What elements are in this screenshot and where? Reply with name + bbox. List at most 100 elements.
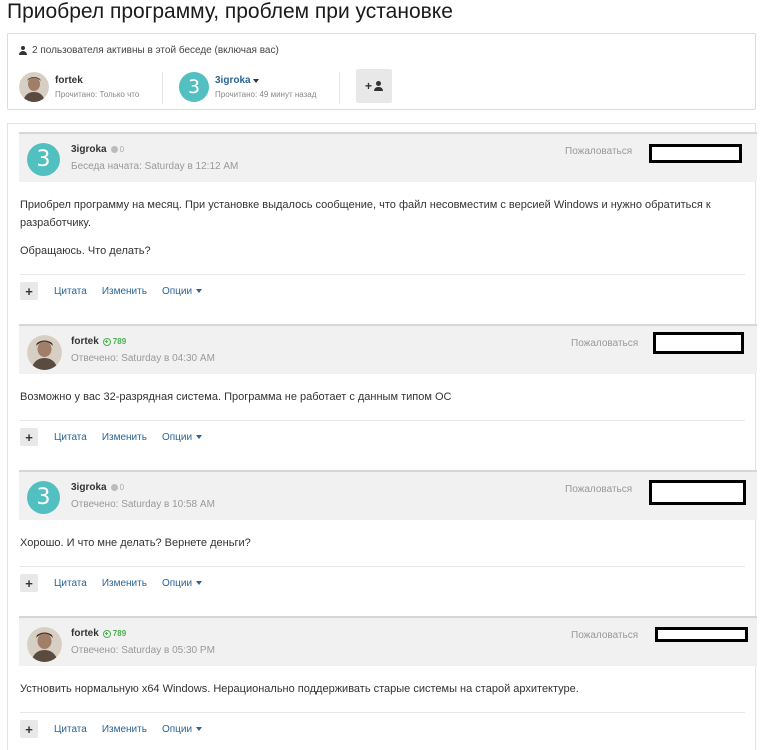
avatar[interactable]: 3 xyxy=(27,481,60,514)
reputation-positive-icon xyxy=(102,337,111,346)
avatar[interactable]: 3 xyxy=(27,143,60,176)
page-title: Приобрел программу, проблем при установк… xyxy=(7,0,453,23)
participants-panel: 2 пользователя активны в этой беседе (вк… xyxy=(7,33,756,110)
reputation-value: 0 xyxy=(119,483,125,492)
active-users-line: 2 пользователя активны в этой беседе (вк… xyxy=(19,45,279,56)
reputation-badge: 789 xyxy=(102,629,127,638)
options-dropdown[interactable]: Опции xyxy=(161,285,203,297)
post-date: Отвечено: Saturday в 04:30 AM xyxy=(71,353,215,364)
post-author: 3igroka 0 xyxy=(71,144,124,155)
chevron-down-icon xyxy=(196,581,203,585)
redacted-box xyxy=(655,627,748,642)
post: fortek 789 Отвечено: Saturday в 04:30 AM… xyxy=(19,324,757,446)
reputation-badge: 0 xyxy=(110,483,125,492)
participant-fortek[interactable]: fortek Прочитано: Только что xyxy=(19,72,139,102)
post-header: fortek 789 Отвечено: Saturday в 04:30 AM… xyxy=(19,324,757,374)
post-actions: + Цитата Изменить Опции xyxy=(20,712,745,745)
quote-link[interactable]: Цитата xyxy=(54,724,87,735)
post-paragraph: Устновить нормальную x64 Windows. Нераци… xyxy=(20,683,579,695)
report-link[interactable]: Пожаловаться xyxy=(571,338,638,349)
post-header: fortek 789 Отвечено: Saturday в 05:30 PM… xyxy=(19,616,757,666)
options-dropdown[interactable]: Опции xyxy=(161,723,203,735)
active-users-text: 2 пользователя активны в этой беседе (вк… xyxy=(32,45,279,56)
divider xyxy=(339,72,340,104)
edit-link[interactable]: Изменить xyxy=(102,286,147,297)
report-link[interactable]: Пожаловаться xyxy=(565,146,632,157)
redacted-box xyxy=(653,332,744,354)
author-name[interactable]: fortek xyxy=(71,628,99,639)
post-paragraph: Возможно у вас 32-разрядная система. Про… xyxy=(20,391,452,403)
reputation-neutral-icon xyxy=(110,146,118,153)
post-header: 3 3igroka 0 Отвечено: Saturday в 10:58 A… xyxy=(19,470,757,520)
multiquote-button[interactable]: + xyxy=(20,720,38,738)
post-body: Возможно у вас 32-разрядная система. Про… xyxy=(19,374,757,406)
participant-name[interactable]: 3igroka xyxy=(215,75,316,86)
author-name[interactable]: fortek xyxy=(71,336,99,347)
options-dropdown[interactable]: Опции xyxy=(161,431,203,443)
post-author: fortek 789 xyxy=(71,628,126,639)
participant-read-status: Прочитано: 49 минут назад xyxy=(215,90,317,99)
post-body: Хорошо. И что мне делать? Вернете деньги… xyxy=(19,520,757,552)
redacted-box xyxy=(649,144,742,163)
post-body: Устновить нормальную x64 Windows. Нераци… xyxy=(19,666,757,698)
participant-read-status: Прочитано: Только что xyxy=(55,90,140,99)
multiquote-button[interactable]: + xyxy=(20,428,38,446)
chevron-down-icon xyxy=(196,435,203,439)
reputation-value: 789 xyxy=(112,629,127,638)
post-paragraph: Приобрел программу на месяц. При установ… xyxy=(20,199,711,229)
participant-name-text: 3igroka xyxy=(215,75,251,86)
reputation-badge: 789 xyxy=(102,337,127,346)
participant-3igroka[interactable]: 3 3igroka Прочитано: 49 минут назад xyxy=(179,72,316,102)
author-name[interactable]: 3igroka xyxy=(71,482,107,493)
quote-link[interactable]: Цитата xyxy=(54,286,87,297)
post-date: Отвечено: Saturday в 10:58 AM xyxy=(71,499,215,510)
post: 3 3igroka 0 Отвечено: Saturday в 10:58 A… xyxy=(19,470,757,592)
post-actions: + Цитата Изменить Опции xyxy=(20,420,745,453)
add-participant-button[interactable]: + xyxy=(356,69,392,103)
quote-link[interactable]: Цитата xyxy=(54,432,87,443)
options-dropdown[interactable]: Опции xyxy=(161,577,203,589)
reputation-value: 789 xyxy=(112,337,127,346)
avatar: 3 xyxy=(179,72,209,102)
reputation-badge: 0 xyxy=(110,145,125,154)
plus-icon: + xyxy=(364,79,372,93)
reputation-value: 0 xyxy=(119,145,125,154)
post: 3 3igroka 0 Беседа начата: Saturday в 12… xyxy=(19,132,757,300)
edit-link[interactable]: Изменить xyxy=(102,578,147,589)
chevron-down-icon xyxy=(196,727,203,731)
multiquote-button[interactable]: + xyxy=(20,282,38,300)
avatar[interactable] xyxy=(27,335,62,370)
post-date: Беседа начата: Saturday в 12:12 AM xyxy=(71,161,239,172)
options-label: Опции xyxy=(161,723,193,735)
report-link[interactable]: Пожаловаться xyxy=(571,630,638,641)
post-date: Отвечено: Saturday в 05:30 PM xyxy=(71,645,215,656)
post-header: 3 3igroka 0 Беседа начата: Saturday в 12… xyxy=(19,132,757,182)
report-link[interactable]: Пожаловаться xyxy=(565,484,632,495)
post-paragraph: Обращаюсь. Что делать? xyxy=(20,245,151,257)
post-actions: + Цитата Изменить Опции xyxy=(20,566,745,599)
quote-link[interactable]: Цитата xyxy=(54,578,87,589)
chevron-down-icon xyxy=(196,289,203,293)
post-list: 3 3igroka 0 Беседа начата: Saturday в 12… xyxy=(7,123,757,750)
redacted-box xyxy=(649,480,746,505)
chevron-down-icon xyxy=(253,79,260,83)
add-user-icon xyxy=(374,81,383,91)
options-label: Опции xyxy=(161,577,193,589)
divider xyxy=(162,72,163,104)
options-label: Опции xyxy=(161,285,193,297)
avatar[interactable] xyxy=(27,627,62,662)
post-body: Приобрел программу на месяц. При установ… xyxy=(19,182,757,260)
participant-name[interactable]: fortek xyxy=(55,75,139,86)
post-author: fortek 789 xyxy=(71,336,126,347)
options-label: Опции xyxy=(161,431,193,443)
avatar xyxy=(19,72,49,102)
user-icon xyxy=(19,46,27,55)
edit-link[interactable]: Изменить xyxy=(102,432,147,443)
author-name[interactable]: 3igroka xyxy=(71,144,107,155)
post-actions: + Цитата Изменить Опции xyxy=(20,274,745,307)
multiquote-button[interactable]: + xyxy=(20,574,38,592)
reputation-positive-icon xyxy=(102,629,111,638)
edit-link[interactable]: Изменить xyxy=(102,724,147,735)
reputation-neutral-icon xyxy=(110,484,118,491)
post-paragraph: Хорошо. И что мне делать? Вернете деньги… xyxy=(20,537,251,549)
